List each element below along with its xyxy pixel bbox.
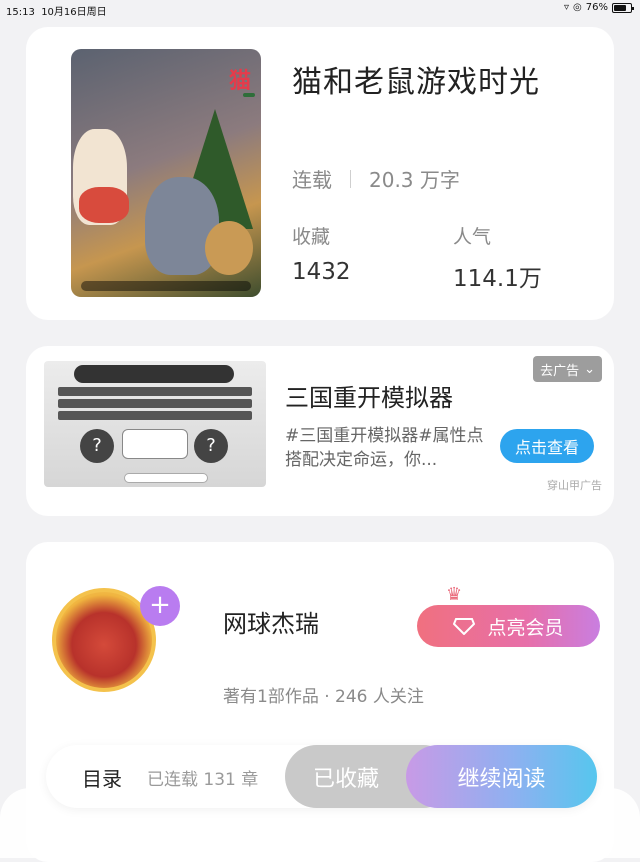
question-icon: ? bbox=[80, 429, 114, 463]
remove-ad-button[interactable]: 去广告 ⌄ bbox=[533, 356, 602, 382]
status-bar: 15:13 10月16日周日 ▿ ◎ 76% bbox=[0, 0, 640, 18]
popularity-stat: 人气 114.1万 bbox=[453, 222, 542, 293]
battery-icon bbox=[612, 2, 634, 13]
popularity-value: 114.1万 bbox=[453, 266, 542, 292]
chevron-down-icon: ⌄ bbox=[584, 361, 595, 377]
panda-face-image bbox=[122, 429, 188, 459]
remove-ad-label: 去广告 bbox=[540, 363, 580, 379]
wifi-icon: ▿ bbox=[564, 2, 570, 13]
popularity-label: 人气 bbox=[453, 226, 492, 248]
ad-description: #三国重开模拟器#属性点搭配决定命运，你... bbox=[285, 426, 484, 470]
ad-source: 穿山甲广告 bbox=[547, 479, 602, 492]
book-cover[interactable]: 猫 bbox=[71, 49, 261, 297]
author-meta: 著有1部作品 · 246 人关注 bbox=[223, 687, 424, 707]
author-name[interactable]: 网球杰瑞 bbox=[223, 604, 319, 639]
follow-add-icon[interactable]: + bbox=[140, 586, 180, 626]
status-time: 15:13 10月16日周日 bbox=[6, 7, 107, 18]
ad-view-button[interactable]: 点击查看 bbox=[500, 429, 594, 463]
vip-label: 点亮会员 bbox=[487, 616, 564, 639]
book-info-card: 猫 猫和老鼠游戏时光 连载 20.3 万字 收藏 1432 人气 114.1万 bbox=[26, 27, 614, 320]
chapters-count[interactable]: 已连载 131 章 bbox=[147, 765, 258, 790]
ad-card[interactable]: ? ? 三国重开模拟器 #三国重开模拟器#属性点搭配决定命运，你... 去广告 … bbox=[26, 346, 614, 516]
book-word-count: 20.3 万字 bbox=[369, 168, 460, 192]
book-serial-info: 连载 20.3 万字 bbox=[292, 164, 460, 193]
collect-label: 收藏 bbox=[292, 226, 331, 248]
ad-title: 三国重开模拟器 bbox=[285, 384, 453, 412]
collect-stat: 收藏 1432 bbox=[292, 222, 351, 285]
ad-image[interactable]: ? ? bbox=[44, 361, 266, 487]
collect-value: 1432 bbox=[292, 259, 351, 285]
continue-reading-button[interactable]: 继续阅读 bbox=[406, 745, 597, 808]
status-right: ▿ ◎ 76% bbox=[564, 2, 634, 13]
vip-button[interactable]: 点亮会员 bbox=[417, 605, 600, 647]
bottom-action-bar: 目录 已连载 131 章 已收藏 继续阅读 bbox=[46, 745, 597, 808]
diamond-icon bbox=[453, 618, 476, 635]
author-avatar-wrap[interactable]: + bbox=[52, 586, 180, 700]
book-status: 连载 bbox=[292, 168, 332, 192]
orientation-lock-icon: ◎ bbox=[573, 2, 582, 13]
cover-logo: 猫 bbox=[228, 69, 251, 94]
divider bbox=[350, 169, 351, 188]
book-title: 猫和老鼠游戏时光 bbox=[292, 65, 540, 100]
catalog-button[interactable]: 目录 bbox=[82, 763, 122, 792]
question-icon: ? bbox=[194, 429, 228, 463]
battery-percent: 76% bbox=[585, 2, 608, 13]
crown-icon: ♛ bbox=[446, 584, 463, 605]
